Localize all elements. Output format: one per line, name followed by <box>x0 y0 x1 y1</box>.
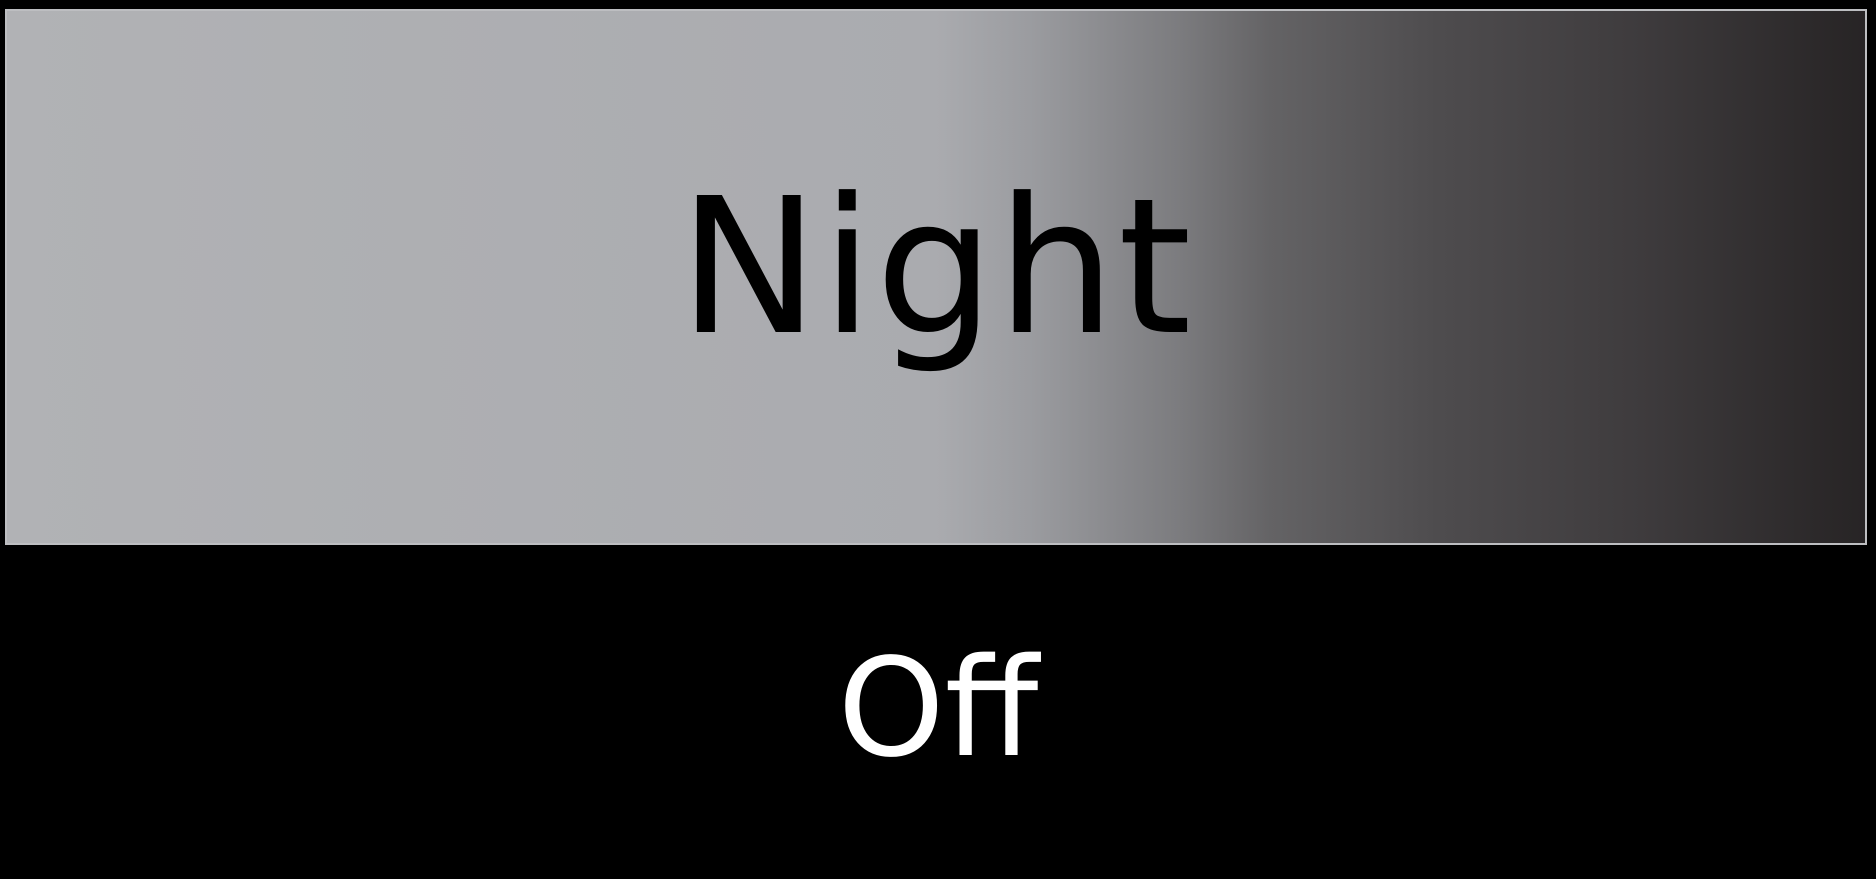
status-area: Off <box>0 545 1876 879</box>
night-mode-label: Night <box>678 158 1194 377</box>
screen: Night Off <box>0 0 1876 879</box>
status-label: Off <box>837 630 1039 788</box>
night-mode-button[interactable]: Night <box>5 9 1867 545</box>
